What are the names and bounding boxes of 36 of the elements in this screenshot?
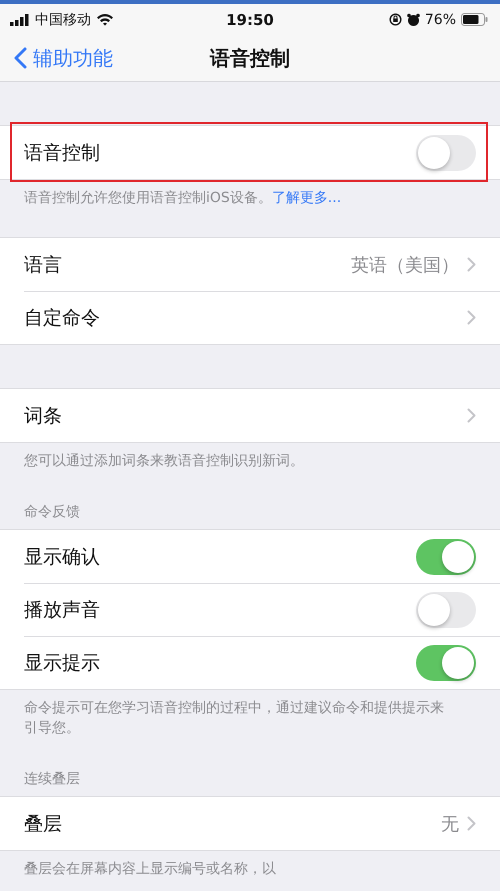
wifi-icon	[96, 13, 114, 26]
row-label: 显示确认	[24, 544, 100, 570]
chevron-right-icon[interactable]	[467, 257, 476, 272]
row-label: 词条	[24, 404, 62, 428]
footer-note: 命令提示可在您学习语音控制的过程中，通过建议命令和提供提示来引导您。	[23, 699, 445, 738]
row-label: 叠层	[24, 812, 62, 836]
toggle-switch[interactable]	[416, 134, 476, 170]
clock-time: 19:50	[226, 10, 274, 28]
chevron-right-icon[interactable]	[467, 816, 476, 831]
chevron-right-icon[interactable]	[467, 408, 476, 423]
toggle-switch[interactable]	[416, 538, 476, 574]
battery-percent: 76%	[424, 12, 456, 28]
page-title: 语音控制	[210, 44, 290, 72]
back-button[interactable]: 辅助功能	[14, 44, 113, 72]
alarm-icon	[406, 12, 420, 26]
chevron-right-icon[interactable]	[467, 310, 476, 325]
footer-note: 叠层会在屏幕内容上显示编号或名称，以	[23, 860, 277, 879]
row-value: 英语（美国）	[351, 254, 459, 276]
rotation-lock-icon	[388, 13, 402, 26]
section-header: 命令反馈	[24, 503, 80, 521]
toggle-switch[interactable]	[416, 644, 476, 680]
footer-note: 您可以通过添加词条来教语音控制识别新词。	[23, 452, 305, 471]
row-label: 语言	[24, 252, 62, 278]
section-header: 连续叠层	[24, 770, 80, 788]
row-label: 自定命令	[24, 306, 100, 330]
row-label: 语音控制	[24, 140, 100, 166]
chevron-left-icon	[14, 47, 27, 69]
toggle-switch[interactable]	[416, 592, 476, 628]
battery-icon	[461, 13, 488, 26]
row-label: 显示提示	[24, 650, 100, 676]
learn-more-link[interactable]: 了解更多...	[272, 190, 342, 206]
carrier-name: 中国移动	[35, 10, 91, 28]
row-label: 播放声音	[24, 598, 100, 622]
footer-note: 语音控制允许您使用语音控制iOS设备。了解更多...	[23, 189, 342, 208]
row-value: 无	[441, 812, 459, 836]
signal-icon	[10, 14, 30, 26]
